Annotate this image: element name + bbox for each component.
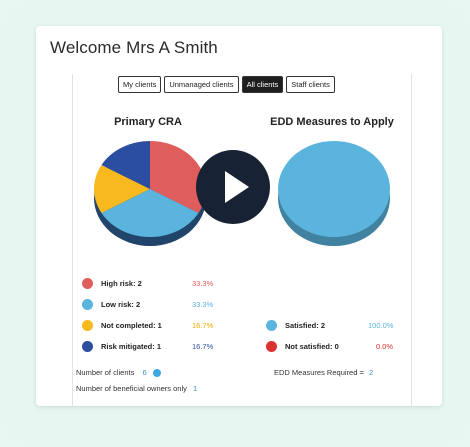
legend-label: Satisfied: 2 [285,321,326,330]
page-title: Welcome Mrs A Smith [50,38,218,57]
satisfied-swatch [266,320,277,331]
number-of-clients: Number of clients 6 [76,368,161,378]
legend-label: Not satisfied: 0 [285,342,339,351]
tab-all-clients[interactable]: All clients [241,76,284,93]
legend-item-satisfied: Satisfied: 2 [266,320,325,331]
info-icon[interactable] [152,369,161,378]
play-icon [225,171,249,203]
risk-mitigated-percent: 16.7% [192,342,214,351]
number-of-beneficial-owners: Number of beneficial owners only 1 [76,384,197,393]
edd-measures-title: EDD Measures to Apply [270,116,394,128]
edd-required-label: EDD Measures Required = [274,368,364,377]
legend-label: Low risk: 2 [101,300,141,309]
tab-staff-clients[interactable]: Staff clients [286,76,335,93]
primary-cra-title: Primary CRA [114,116,182,128]
satisfied-percent: 100.0% [368,321,394,330]
legend-label: Risk mitigated: 1 [101,342,162,351]
primary-cra-pie-chart [94,141,206,246]
clients-label: Number of clients [76,368,135,377]
legend-item-high-risk: High risk: 2 [82,278,142,289]
legend-label: High risk: 2 [101,279,142,288]
tab-unmanaged-clients[interactable]: Unmanaged clients [164,76,239,93]
legend-item-low-risk: Low risk: 2 [82,299,140,310]
legend-label: Not completed: 1 [101,321,162,330]
low-risk-percent: 33.3% [192,300,214,309]
beneficial-value: 1 [192,384,198,393]
risk-mitigated-swatch [82,341,93,352]
high-risk-swatch [82,278,93,289]
play-button[interactable] [196,150,270,224]
legend-item-not-completed: Not completed: 1 [82,320,162,331]
not-satisfied-swatch [266,341,277,352]
not-completed-swatch [82,320,93,331]
edd-measures-pie-chart [278,141,390,246]
low-risk-swatch [82,299,93,310]
tab-my-clients[interactable]: My clients [118,76,162,93]
legend-item-risk-mitigated: Risk mitigated: 1 [82,341,161,352]
edd-measures-required: EDD Measures Required = 2 [274,368,373,377]
not-completed-percent: 16.7% [192,321,214,330]
not-satisfied-percent: 0.0% [376,342,394,351]
client-filter-tabs: My clients Unmanaged clients All clients… [118,76,335,93]
slice-satisfied [278,141,390,237]
edd-required-value: 2 [368,368,374,377]
legend-item-not-satisfied: Not satisfied: 0 [266,341,339,352]
high-risk-percent: 33.3% [192,279,214,288]
clients-value: 6 [142,368,147,377]
beneficial-label: Number of beneficial owners only [76,384,187,393]
